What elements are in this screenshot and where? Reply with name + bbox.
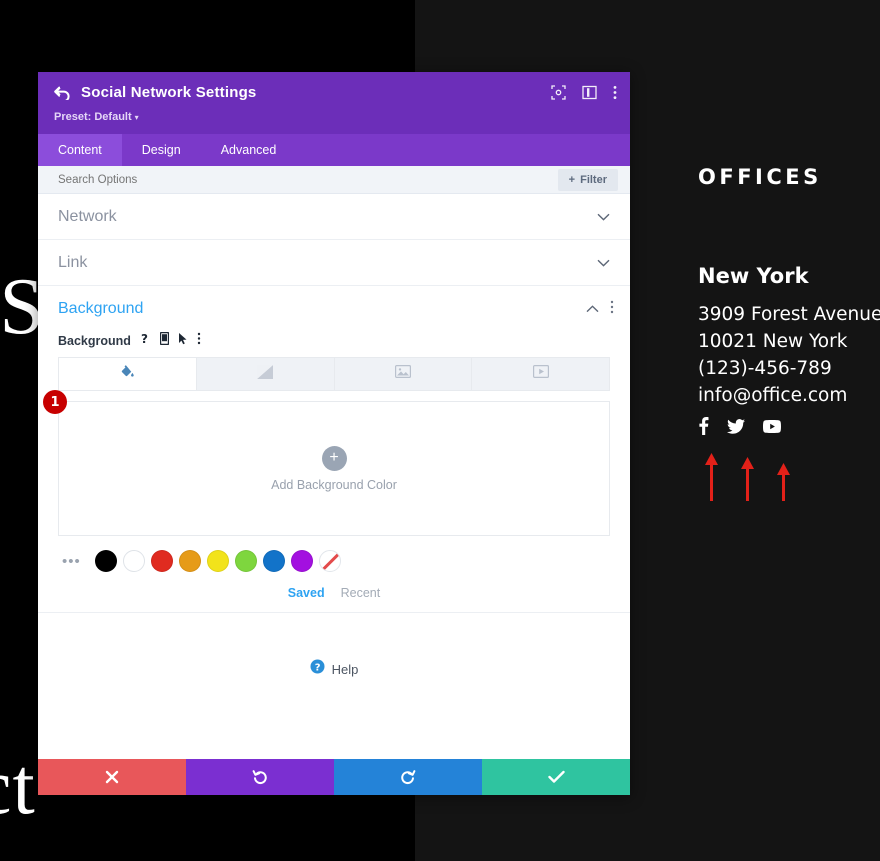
back-arrow-icon[interactable] [54,86,70,100]
chevron-up-icon[interactable] [586,300,599,318]
office-city-name: New York [698,264,809,288]
help-circle-icon: ? [310,659,325,679]
hover-cursor-icon[interactable] [178,332,188,350]
add-background-color-dropzone[interactable]: 1 + Add Background Color [43,390,610,536]
color-swatch-row: ••• [58,550,610,572]
up-arrow-icon [777,463,790,501]
settings-modal: Social Network Settings Preset: Default ▾ [38,72,630,795]
facebook-icon[interactable] [698,417,709,435]
dropzone-label: Add Background Color [271,477,397,492]
undo-button[interactable] [186,759,334,795]
accordion-link[interactable]: Link [38,240,630,286]
close-x-icon [105,770,119,784]
background-video-tab[interactable] [472,358,609,390]
redo-button[interactable] [334,759,482,795]
filter-button-label: Filter [580,173,607,186]
modal-header-icons [551,85,617,105]
search-input[interactable] [58,173,358,186]
svg-text:?: ? [314,662,320,673]
help-question-icon[interactable]: ? [140,332,151,350]
modal-body: Network Link Background Background ? 1 +… [38,194,630,759]
background-image-tab[interactable] [335,358,473,390]
modal-tab-bar: Content Design Advanced [38,134,630,166]
annotation-marker-1: 1 [43,390,67,414]
address-line-city: 10021 New York [698,331,848,352]
filter-button[interactable]: + Filter [557,168,618,191]
more-vertical-icon[interactable] [610,300,614,319]
fullscreen-icon[interactable] [551,85,566,105]
swatch-black[interactable] [94,550,117,572]
up-arrow-icon [705,453,718,501]
swatch-blue[interactable] [262,550,285,572]
swatch-purple[interactable] [290,550,313,572]
background-field-label: Background [58,334,131,348]
paint-bucket-icon [120,364,135,384]
youtube-icon[interactable] [763,419,781,433]
palette-tab-recent[interactable]: Recent [341,586,381,600]
check-icon [547,770,565,784]
address-line-phone: (123)-456-789 [698,358,832,379]
chevron-down-icon: ▾ [134,113,139,122]
chevron-down-icon [597,254,610,272]
offices-heading: OFFICES [698,165,822,189]
office-address-block: 3909 Forest Avenue 10021 New York (123)-… [698,301,880,409]
swatch-red[interactable] [150,550,173,572]
background-section: Background Background ? 1 + Add Backgrou… [38,286,630,613]
palette-tabs: Saved Recent [58,586,610,600]
help-label: Help [331,661,359,677]
modal-title-row: Social Network Settings [54,84,614,101]
accordion-link-label: Link [58,253,88,271]
swatch-yellow[interactable] [206,550,229,572]
plus-icon: + [321,445,347,471]
swatch-green[interactable] [234,550,257,572]
more-vertical-icon[interactable] [197,332,201,350]
offices-column: OFFICES New York 3909 Forest Avenue 1002… [698,165,880,501]
responsive-mobile-icon[interactable] [159,331,170,350]
swatch-transparent[interactable] [318,550,341,572]
preset-row[interactable]: Preset: Default ▾ [54,107,614,125]
social-follow-row [698,417,880,435]
background-ghost-text-bottom: ct [0,743,36,831]
page-title: Social Network Settings [81,84,257,101]
swatch-orange[interactable] [178,550,201,572]
background-type-tabs [58,357,610,391]
background-field-label-row: Background ? [58,331,610,350]
background-section-header-icons [586,300,614,319]
background-gradient-tab[interactable] [197,358,335,390]
background-section-title: Background [58,300,144,317]
tab-design[interactable]: Design [122,134,201,166]
annotation-arrows [698,453,880,501]
accordion-network-label: Network [58,207,117,225]
search-options-row: + Filter [38,166,630,194]
address-line-email: info@office.com [698,385,848,406]
modal-header: Social Network Settings Preset: Default ▾ [38,72,630,134]
undo-icon [252,769,268,785]
gradient-icon [257,364,274,384]
chevron-down-icon [597,208,610,226]
more-vertical-icon[interactable] [613,85,617,105]
plus-icon: + [568,173,576,186]
palette-tab-saved[interactable]: Saved [288,586,325,600]
twitter-icon[interactable] [727,418,745,434]
tab-advanced[interactable]: Advanced [201,134,297,166]
preset-label: Preset: Default [54,111,132,123]
help-link[interactable]: ? Help [38,659,630,679]
svg-text:?: ? [141,332,148,345]
more-colors-button[interactable]: ••• [62,554,81,569]
background-field: Background ? 1 + Add Background Color ••… [38,331,630,600]
up-arrow-icon [741,457,754,501]
layout-panel-icon[interactable] [582,85,597,105]
modal-action-bar [38,759,630,795]
video-icon [532,365,549,383]
image-icon [394,365,411,383]
tab-content[interactable]: Content [38,134,122,166]
address-line-street: 3909 Forest Avenue [698,304,880,325]
redo-icon [400,769,416,785]
accordion-network[interactable]: Network [38,194,630,240]
swatch-white[interactable] [122,550,145,572]
background-section-header[interactable]: Background [38,286,630,332]
background-color-tab[interactable] [59,358,197,390]
save-button[interactable] [482,759,630,795]
discard-button[interactable] [38,759,186,795]
